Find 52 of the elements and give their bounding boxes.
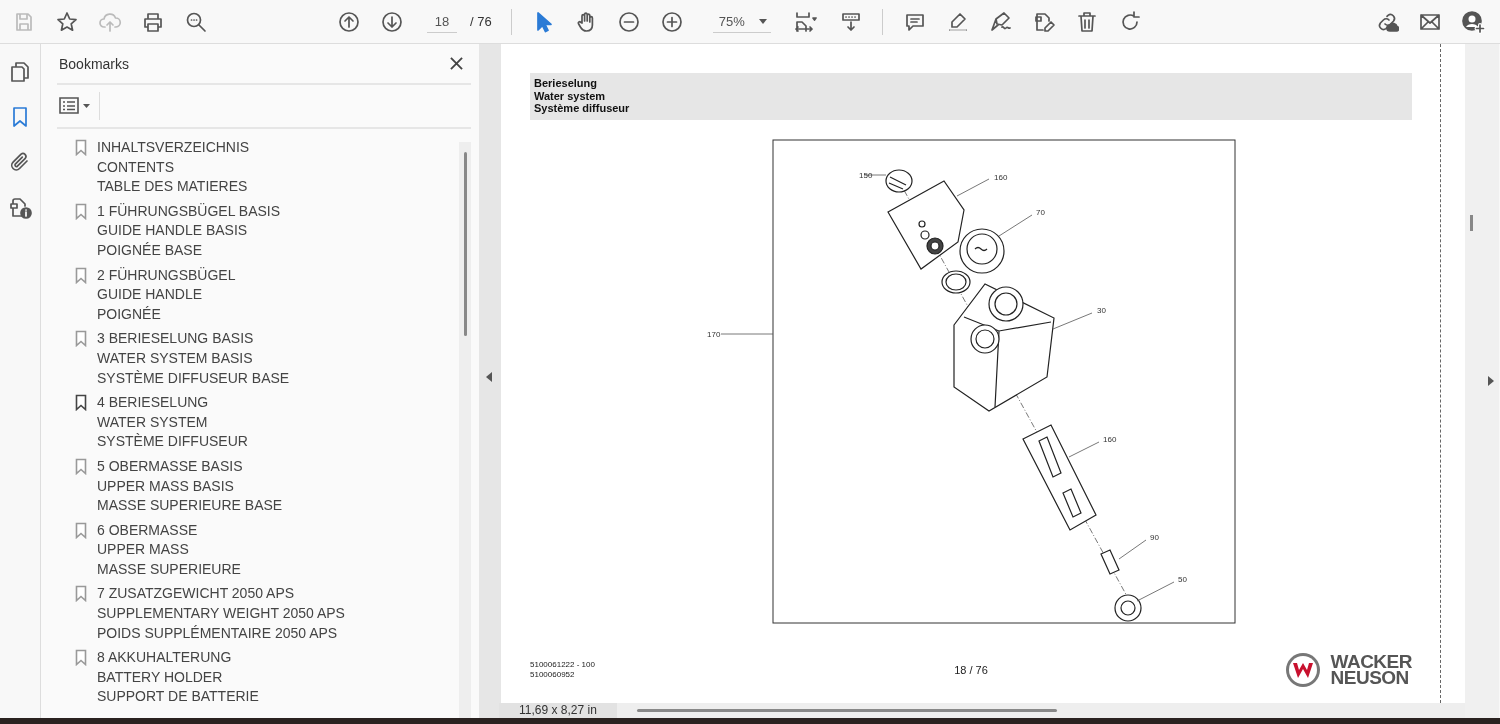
bookmark-title[interactable]: 5 OBERMASSE BASIS UPPER MASS BASIS MASSE SUPERIEURE BASE	[97, 456, 283, 516]
leader-line	[720, 333, 774, 335]
bookmark-title[interactable]: 6 OBERMASSE UPPER MASS MASSE SUPERIEURE	[97, 520, 241, 580]
callout-label: 70	[1036, 208, 1045, 217]
scrollbar[interactable]	[1470, 215, 1473, 231]
callout-label: 50	[1178, 575, 1187, 584]
bookmark-title[interactable]: 4 BERIESELUNG WATER SYSTEM SYSTÈME DIFFUSEUR	[97, 393, 248, 452]
add-user-icon[interactable]	[1461, 9, 1485, 34]
panel-title: Bookmarks	[59, 55, 130, 72]
document-numbers: 5100061222 - 100 5100060952	[530, 660, 596, 680]
page-size-label: 11,69 x 8,27 in	[499, 703, 617, 718]
callout-label: 170	[707, 330, 721, 339]
document-info-icon[interactable]	[8, 195, 32, 219]
bookmark-title[interactable]: INHALTSVERZEICHNIS CONTENTS TABLE DES MATIERES	[97, 138, 250, 197]
bookmark-title[interactable]: 2 FÜHRUNGSBÜGEL GUIDE HANDLE POIGNÉE	[97, 265, 236, 325]
page-up-icon[interactable]	[337, 9, 361, 34]
leader-line	[998, 214, 1033, 237]
page-heading: Berieselung Water system Système diffuseur	[530, 73, 1412, 120]
leader-line	[1052, 312, 1093, 330]
bookmark-title[interactable]: 3 BERIESELUNG BASIS WATER SYSTEM BASIS SYSTÈME DIFFUSEUR BASE	[97, 329, 290, 389]
logo-icon	[1284, 652, 1321, 688]
page-down-icon[interactable]	[380, 9, 404, 34]
close-icon[interactable]	[450, 57, 463, 70]
caret-icon[interactable]	[758, 18, 767, 24]
callout-label: 150	[859, 171, 873, 180]
callout-label: 90	[1150, 533, 1159, 542]
zoom-out-icon[interactable]	[616, 9, 641, 34]
bookmark-title[interactable]: 7 ZUSATZGEWICHT 2050 APS SUPPLEMENTARY WEIGHT 2050 APS POIDS SUPPLÉMENTAIRE 2050 APS	[97, 584, 345, 644]
bookmark-title[interactable]: 1 FÜHRUNGSBÜGEL BASIS GUIDE HANDLE BASIS POIGNÉE BASE	[97, 201, 281, 261]
scrollbar[interactable]	[636, 709, 1057, 712]
page-total: / 76	[470, 14, 492, 29]
expand-arrow-icon[interactable]	[1488, 376, 1494, 386]
leader-line	[863, 174, 887, 176]
leader-line	[1118, 539, 1147, 560]
bookmark-title[interactable]: 8 AKKUHALTERUNG BATTERY HOLDER SUPPORT DE BATTERIE	[97, 648, 259, 708]
list-options-icon[interactable]	[59, 97, 91, 115]
callout-label: 160	[1103, 435, 1117, 444]
page-number-label: 18 / 76	[954, 664, 988, 676]
brand-name: WACKER NEUSON	[1330, 654, 1412, 686]
leader-line	[1068, 441, 1100, 458]
star-icon[interactable]	[55, 9, 79, 34]
collapse-arrow-icon[interactable]	[486, 372, 492, 382]
scrollbar[interactable]	[459, 142, 471, 718]
callout-label: 30	[1097, 306, 1106, 315]
pen-sign-icon[interactable]	[988, 9, 1013, 34]
zoom-dropdown[interactable]: 75%	[712, 10, 771, 33]
leader-line	[956, 178, 990, 197]
zoom-in-icon[interactable]	[659, 9, 684, 34]
leader-line	[1136, 581, 1175, 602]
pages-icon[interactable]	[8, 60, 32, 84]
page-number-field[interactable]: 18	[427, 10, 457, 33]
callout-label: 160	[994, 173, 1008, 182]
